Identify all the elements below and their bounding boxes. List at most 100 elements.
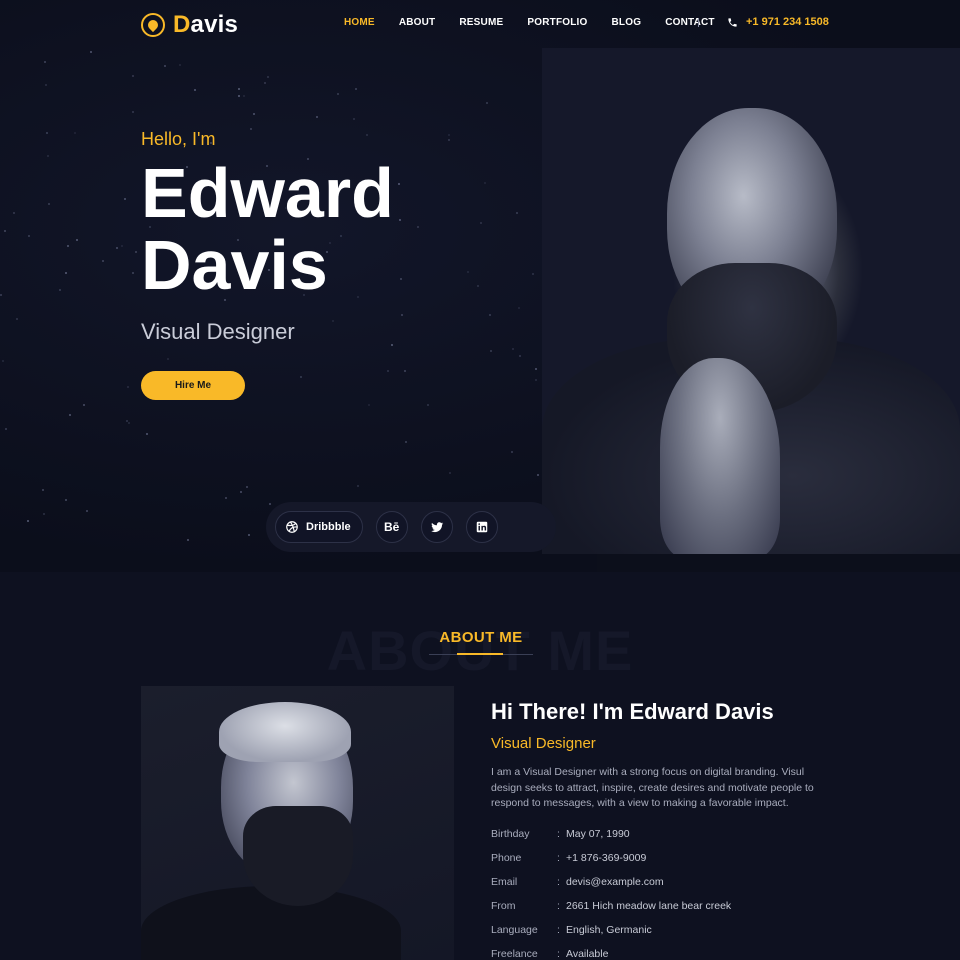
- star-dot: [194, 88, 197, 91]
- nav-divider: [698, 18, 699, 27]
- star-dot: [426, 403, 429, 406]
- star-dot: [0, 293, 3, 296]
- star-dot: [368, 403, 371, 406]
- star-dot: [246, 486, 249, 489]
- star-dot: [237, 87, 240, 90]
- star-dot: [145, 433, 148, 436]
- nav-home[interactable]: HOME: [344, 17, 375, 28]
- star-dot: [355, 88, 358, 91]
- star-dot: [167, 357, 170, 360]
- info-colon: :: [557, 924, 560, 936]
- linkedin-button[interactable]: [465, 511, 498, 543]
- info-value: May 07, 1990: [566, 828, 630, 840]
- info-value: +1 876-369-9009: [566, 852, 647, 864]
- star-dot: [352, 118, 355, 120]
- star-dot: [13, 211, 15, 214]
- nav-contact[interactable]: CONTACT: [665, 17, 715, 28]
- phone-number: +1 971 234 1508: [746, 16, 829, 28]
- info-colon: :: [557, 948, 560, 960]
- hero-name-last: Davis: [141, 226, 328, 304]
- dribbble-label: Dribbble: [306, 521, 351, 533]
- star-dot: [131, 271, 134, 274]
- main-menu: HOME ABOUT RESUME PORTFOLIO BLOG CONTACT: [344, 17, 739, 28]
- about-section-label: ABOUT ME: [439, 629, 523, 646]
- star-dot: [83, 403, 86, 406]
- star-dot: [126, 385, 129, 388]
- star-dot: [466, 270, 469, 273]
- star-dot: [65, 272, 68, 275]
- info-value[interactable]: devis@example.com: [566, 876, 664, 888]
- star-dot: [400, 278, 403, 281]
- logo-icon: [141, 13, 165, 37]
- info-row-language: Language : English, Germanic: [491, 918, 851, 942]
- hire-me-button[interactable]: Hire Me: [141, 371, 245, 400]
- star-dot: [486, 102, 489, 105]
- star-dot: [356, 484, 359, 487]
- star-dot: [27, 519, 30, 522]
- star-dot: [405, 441, 408, 444]
- phone-link[interactable]: +1 971 234 1508: [727, 16, 829, 28]
- star-dot: [127, 421, 130, 424]
- twitter-button[interactable]: [420, 511, 453, 543]
- star-dot: [401, 313, 404, 316]
- star-dot: [42, 489, 45, 492]
- hero-greeting: Hello, I'm: [141, 129, 216, 149]
- dribbble-icon: [286, 521, 298, 533]
- star-dot: [76, 238, 79, 241]
- nav-resume[interactable]: RESUME: [459, 17, 503, 28]
- star-dot: [269, 503, 272, 506]
- info-value: Available: [566, 948, 609, 960]
- star-dot: [102, 259, 105, 262]
- star-dot: [47, 202, 50, 205]
- star-dot: [239, 491, 242, 494]
- info-key: From: [491, 900, 516, 912]
- info-key: Freelance: [491, 948, 538, 960]
- about-description: I am a Visual Designer with a strong foc…: [491, 766, 814, 809]
- star-dot: [489, 314, 492, 317]
- star-dot: [66, 245, 69, 248]
- star-dot: [365, 134, 368, 137]
- star-dot: [124, 198, 127, 201]
- top-navigation: Davis HOME ABOUT RESUME PORTFOLIO BLOG C…: [0, 0, 960, 46]
- info-colon: :: [557, 876, 560, 888]
- star-dot: [178, 63, 181, 66]
- nav-about[interactable]: ABOUT: [399, 17, 436, 28]
- about-role: Visual Designer: [491, 735, 596, 752]
- star-dot: [135, 251, 138, 254]
- star-dot: [515, 212, 518, 215]
- star-dot: [43, 513, 45, 516]
- star-dot: [4, 428, 7, 431]
- info-row-birthday: Birthday : May 07, 1990: [491, 822, 851, 846]
- star-dot: [398, 218, 401, 221]
- about-title: Hi There! I'm Edward Davis: [491, 699, 774, 724]
- brand-logo[interactable]: Davis: [141, 11, 238, 39]
- star-dot: [387, 369, 390, 372]
- star-dot: [247, 533, 250, 536]
- star-dot: [44, 60, 47, 63]
- nav-portfolio[interactable]: PORTFOLIO: [527, 17, 587, 28]
- star-dot: [187, 538, 190, 541]
- personal-info-list: Birthday : May 07, 1990 Phone : +1 876-3…: [491, 822, 851, 960]
- about-underline: [429, 653, 533, 655]
- star-dot: [390, 344, 393, 347]
- star-dot: [417, 225, 420, 228]
- star-dot: [116, 246, 119, 249]
- hero-role: Visual Designer: [141, 319, 295, 344]
- star-dot: [86, 510, 89, 513]
- star-dot: [479, 222, 482, 225]
- star-dot: [238, 94, 241, 97]
- star-dot: [532, 272, 535, 275]
- star-dot: [490, 349, 493, 352]
- info-value: 2661 Hich meadow lane bear creek: [566, 900, 732, 912]
- behance-button[interactable]: Bē: [375, 511, 408, 543]
- star-dot: [225, 497, 228, 500]
- star-dot: [299, 376, 302, 379]
- star-dot: [331, 320, 334, 323]
- info-row-email: Email : devis@example.com: [491, 870, 851, 894]
- nav-blog[interactable]: BLOG: [612, 17, 642, 28]
- about-portrait-image: [141, 686, 454, 960]
- dribbble-button[interactable]: Dribbble: [275, 511, 363, 543]
- star-dot: [68, 414, 71, 417]
- hero-name-first: Edward: [141, 154, 394, 232]
- star-dot: [243, 95, 246, 98]
